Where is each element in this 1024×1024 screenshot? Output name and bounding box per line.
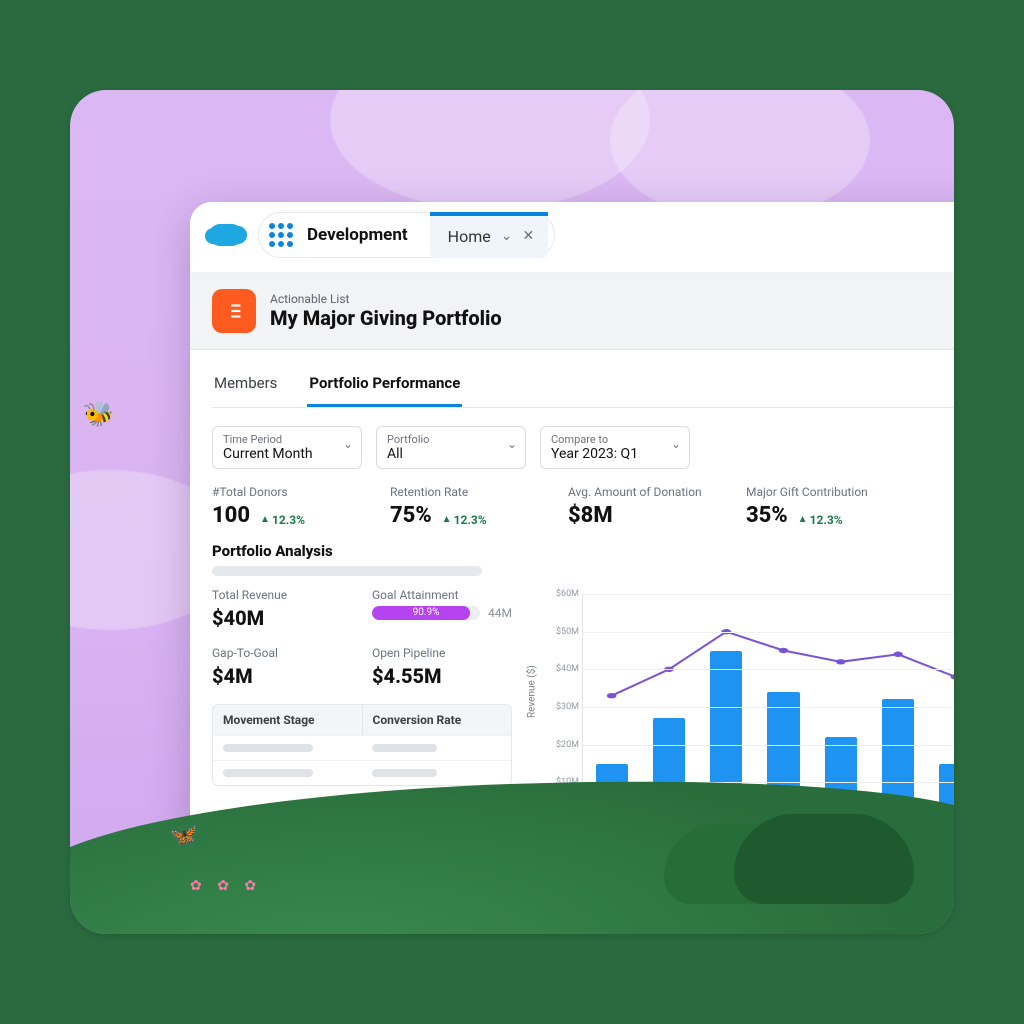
app-launcher-icon[interactable] (269, 223, 293, 247)
metric-total-revenue: Total Revenue $40M (212, 588, 352, 630)
cloud-decor (610, 90, 870, 220)
actionable-list-icon (212, 289, 256, 333)
metric-gap-to-goal: Gap-To-Goal $4M (212, 646, 352, 688)
page-title: My Major Giving Portfolio (270, 306, 502, 330)
tab-label: Home (448, 227, 491, 246)
nav-pill: Development Home ⌄ ✕ (258, 212, 555, 258)
app-window: Development Home ⌄ ✕ Actionable List My … (190, 202, 954, 878)
chevron-down-icon: ⌄ (671, 437, 681, 451)
filter-portfolio[interactable]: Portfolio All ⌄ (376, 426, 526, 469)
chevron-down-icon[interactable]: ⌄ (501, 228, 513, 244)
tab-home[interactable]: Home ⌄ ✕ (430, 212, 549, 258)
tab-members[interactable]: Members (212, 362, 279, 407)
bee-icon: 🐝 (82, 398, 116, 431)
goal-progress: 90.9% (372, 606, 480, 620)
filter-compare-to[interactable]: Compare to Year 2023: Q1 ⌄ (540, 426, 690, 469)
flowers-decor: ✿ ✿ ✿ (190, 878, 262, 894)
chart-y-label: Revenue ($) (527, 665, 538, 718)
table-row (213, 760, 511, 785)
kpi-major-gift: Major Gift Contribution 35% ▲12.3% (746, 485, 886, 528)
kpi-row: #Total Donors 100 ▲12.3% Retention Rate … (212, 485, 954, 528)
col-movement-stage[interactable]: Movement Stage (213, 705, 363, 735)
col-conversion-rate[interactable]: Conversion Rate (363, 705, 512, 735)
butterfly-icon: 🦋 (170, 823, 197, 848)
close-icon[interactable]: ✕ (522, 228, 534, 244)
illustration-card: 🐝 Development Home ⌄ ✕ (70, 90, 954, 934)
movement-stage-table: Movement Stage Conversion Rate (212, 704, 512, 786)
bush-decor (734, 814, 914, 904)
chevron-down-icon: ⌄ (343, 437, 353, 451)
top-bar: Development Home ⌄ ✕ (190, 202, 954, 273)
salesforce-logo-icon (204, 213, 248, 257)
kpi-total-donors: #Total Donors 100 ▲12.3% (212, 485, 352, 528)
table-row (213, 735, 511, 760)
tab-portfolio-performance[interactable]: Portfolio Performance (307, 362, 462, 407)
metric-open-pipeline: Open Pipeline $4.55M (372, 646, 512, 688)
delta-up: ▲12.3% (798, 513, 843, 527)
filter-time-period[interactable]: Time Period Current Month ⌄ (212, 426, 362, 469)
cloud-decor (330, 90, 650, 210)
filter-row: Time Period Current Month ⌄ Portfolio Al… (212, 426, 954, 469)
metric-goal-attainment: Goal Attainment 90.9% 44M (372, 588, 512, 630)
app-name: Development (307, 225, 416, 245)
delta-up: ▲12.3% (260, 513, 305, 527)
page-header: Actionable List My Major Giving Portfoli… (190, 273, 954, 350)
kpi-avg-donation: Avg. Amount of Donation $8M (568, 485, 708, 528)
scrollbar[interactable] (212, 566, 482, 576)
delta-up: ▲12.3% (442, 513, 487, 527)
kpi-retention-rate: Retention Rate 75% ▲12.3% (390, 485, 530, 528)
section-title: Portfolio Analysis (212, 542, 954, 560)
chevron-down-icon: ⌄ (507, 437, 517, 451)
content-tabs: Members Portfolio Performance (212, 362, 954, 408)
page-subtitle: Actionable List (270, 292, 502, 306)
